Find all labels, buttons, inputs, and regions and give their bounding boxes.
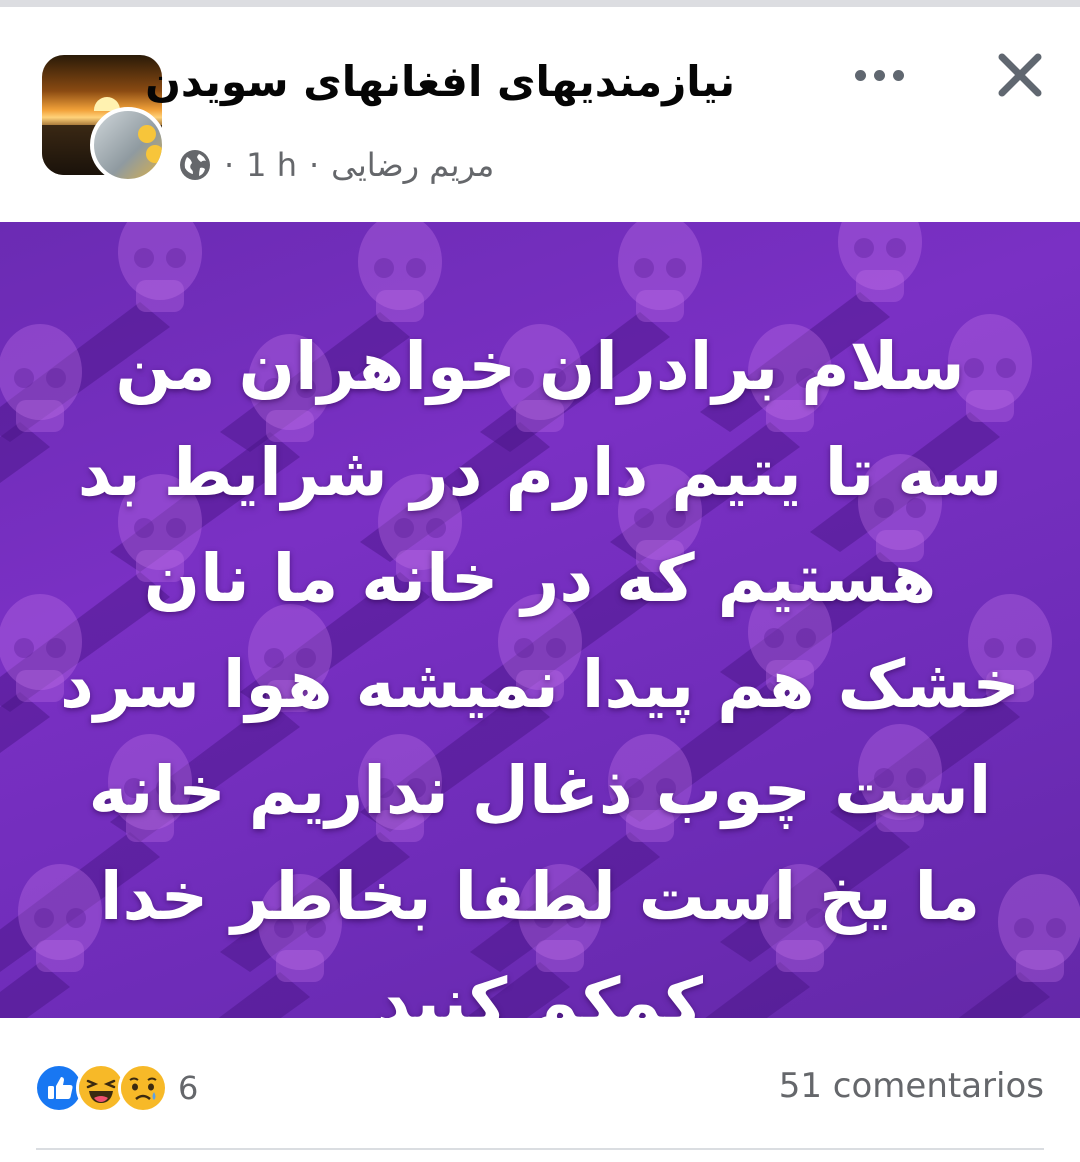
post-footer: 6 51 comentarios [0,1018,1080,1162]
sad-icon [118,1063,168,1113]
post-meta: · 1 h · مریم رضایی [178,143,494,187]
more-dot [892,69,904,81]
author-avatar[interactable] [90,107,166,183]
post-image[interactable]: سلام برادران خواهران من سه تا یتیم دارم … [0,222,1080,1018]
footer-divider [36,1148,1044,1150]
top-divider [0,0,1080,7]
close-icon [998,53,1042,97]
reactions-summary[interactable]: 6 [34,1062,198,1114]
more-options-button[interactable] [844,47,914,103]
post-time[interactable]: 1 h [246,146,297,184]
more-dot [854,69,866,81]
meta-separator: · [224,146,235,184]
avatar-emoji [138,125,156,143]
more-dot [873,69,885,81]
comments-count-link[interactable]: 51 comentarios [779,1066,1044,1106]
group-name-link[interactable]: نیازمندیهای افغانهای سویدن [145,57,735,106]
post-header: نیازمندیهای افغانهای سویدن · 1 h · مریم … [0,7,1080,222]
avatar-emoji [146,145,162,163]
post-image-text: سلام برادران خواهران من سه تا یتیم دارم … [60,328,1020,1018]
meta-separator: · [308,146,320,184]
author-name[interactable]: مریم رضایی [331,146,494,184]
close-button[interactable] [990,43,1050,107]
globe-icon [180,150,210,180]
reaction-count: 6 [178,1069,199,1107]
